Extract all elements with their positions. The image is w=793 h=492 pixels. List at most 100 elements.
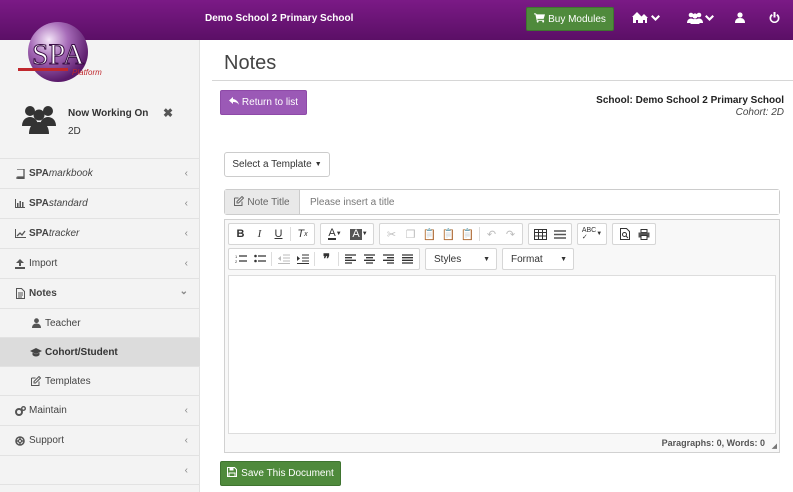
working-on-label: Now Working On xyxy=(68,108,149,119)
resize-handle[interactable]: ◢ xyxy=(772,442,777,450)
note-title-label: Note Title xyxy=(247,196,290,208)
chevron-left-icon: ‹ xyxy=(184,435,188,446)
align-justify-icon[interactable] xyxy=(398,250,417,268)
outdent-icon[interactable] xyxy=(274,250,293,268)
sidebar-item-teacher[interactable]: Teacher xyxy=(0,308,200,337)
paste-icon[interactable]: 📋 xyxy=(420,225,439,243)
sidebar-item-label: Support xyxy=(29,435,65,446)
caret-down-icon: ▼ xyxy=(560,255,567,263)
spellcheck-icon[interactable]: ABC ✓ ▼ xyxy=(580,225,604,243)
school-info: School: Demo School 2 Primary School Coh… xyxy=(596,95,784,118)
brand-prefix: SPA xyxy=(29,168,49,179)
underline-button[interactable]: U xyxy=(269,225,288,243)
background-color-button[interactable]: A ▼ xyxy=(347,225,371,243)
group-icon xyxy=(22,104,56,137)
save-label: Save This Document xyxy=(241,468,334,479)
logo-text: SPA xyxy=(32,38,85,71)
table-icon[interactable] xyxy=(531,225,550,243)
styles-dropdown[interactable]: Styles ▼ xyxy=(425,248,497,270)
save-document-button[interactable]: Save This Document xyxy=(220,461,341,486)
undo-icon[interactable]: ↶ xyxy=(482,225,501,243)
sidebar-item-tracker[interactable]: SPAtracker ‹ xyxy=(0,218,200,248)
page-title: Notes xyxy=(224,52,277,74)
chevron-down-icon xyxy=(651,13,660,25)
sidebar-item-label: Cohort/Student xyxy=(45,346,118,358)
edit-icon xyxy=(234,195,245,209)
note-title-input[interactable] xyxy=(300,190,779,214)
paste-text-icon[interactable]: 📋 xyxy=(439,225,458,243)
svg-text:2: 2 xyxy=(235,259,238,264)
editor-content-area[interactable] xyxy=(228,275,776,434)
bulleted-list-icon[interactable] xyxy=(250,250,269,268)
line-chart-icon xyxy=(14,229,26,238)
sidebar-item-cohort-student[interactable]: Cohort/Student xyxy=(0,337,200,366)
sidebar-item-label: Import xyxy=(29,258,58,269)
user-icon xyxy=(30,318,42,328)
chevron-left-icon: ‹ xyxy=(184,258,188,269)
reply-icon xyxy=(228,97,239,108)
sidebar-item-import[interactable]: Import ‹ xyxy=(0,248,200,278)
cart-icon xyxy=(534,12,546,26)
sidebar-item-notes[interactable]: Notes ⌄ xyxy=(0,278,200,308)
sidebar-item-markbook[interactable]: SPAmarkbook ‹ xyxy=(0,158,200,188)
italic-button[interactable]: I xyxy=(250,225,269,243)
working-on-cohort: 2D xyxy=(68,126,81,137)
svg-text:Platform: Platform xyxy=(72,68,102,77)
clipboard-group: ✂ ❐ 📋 📋 📋 ↶ ↷ xyxy=(379,223,523,245)
user-profile-button[interactable] xyxy=(735,10,745,28)
users-icon xyxy=(687,12,703,27)
caret-down-icon: ▼ xyxy=(483,255,490,263)
sidebar: SPA Platform Now Working On 2D ✖ SPAmark… xyxy=(0,22,200,492)
buy-modules-button[interactable]: Buy Modules xyxy=(526,7,614,31)
school-name: Demo School 2 Primary School xyxy=(205,13,354,24)
indent-icon[interactable] xyxy=(293,250,312,268)
bold-button[interactable]: B xyxy=(231,225,250,243)
school-menu[interactable] xyxy=(631,10,660,28)
cogs-icon xyxy=(14,405,26,416)
file-icon xyxy=(14,288,26,299)
spa-logo[interactable]: SPA Platform xyxy=(14,18,108,90)
logout-button[interactable] xyxy=(769,10,780,28)
edit-icon xyxy=(30,376,42,386)
select-template-dropdown[interactable]: Select a Template ▼ xyxy=(224,152,330,177)
chevron-left-icon: ‹ xyxy=(184,198,188,209)
sidebar-item-maintain[interactable]: Maintain ‹ xyxy=(0,395,200,425)
sidebar-collapse-toggle[interactable]: ‹ xyxy=(0,455,200,485)
sidebar-item-label: Templates xyxy=(45,375,91,387)
top-navbar: Demo School 2 Primary School Buy Modules xyxy=(0,0,793,40)
user-icon xyxy=(735,12,745,26)
sidebar-item-label: standard xyxy=(48,198,88,209)
chevron-down-icon xyxy=(705,13,714,25)
copy-icon[interactable]: ❐ xyxy=(401,225,420,243)
numbered-list-icon[interactable]: 12 xyxy=(231,250,250,268)
sidebar-item-label: markbook xyxy=(48,168,93,179)
return-to-list-button[interactable]: Return to list xyxy=(220,90,307,115)
users-menu[interactable] xyxy=(687,10,714,28)
sidebar-item-templates[interactable]: Templates xyxy=(0,366,200,395)
remove-format-button[interactable]: Tx xyxy=(293,225,312,243)
cut-icon[interactable]: ✂ xyxy=(382,225,401,243)
chevron-left-icon: ‹ xyxy=(184,168,188,179)
preview-icon[interactable] xyxy=(615,225,634,243)
note-title-addon: Note Title xyxy=(225,190,300,214)
blockquote-icon[interactable]: ❞ xyxy=(317,250,336,268)
editor-toolbar-row-2: 12 ❞ Styles ▼ Format ▼ xyxy=(228,248,574,270)
paste-word-icon[interactable]: 📋 xyxy=(458,225,477,243)
print-icon[interactable] xyxy=(634,225,653,243)
cohort-line: Cohort: 2D xyxy=(735,107,784,118)
horizontal-rule-icon[interactable] xyxy=(550,225,569,243)
close-icon[interactable]: ✖ xyxy=(163,106,173,120)
school-icon xyxy=(631,11,649,27)
align-left-icon[interactable] xyxy=(341,250,360,268)
note-title-group: Note Title xyxy=(224,189,780,215)
sidebar-item-standard[interactable]: SPAstandard ‹ xyxy=(0,188,200,218)
align-center-icon[interactable] xyxy=(360,250,379,268)
sidebar-item-support[interactable]: Support ‹ xyxy=(0,425,200,455)
format-dropdown[interactable]: Format ▼ xyxy=(502,248,574,270)
redo-icon[interactable]: ↷ xyxy=(501,225,520,243)
upload-icon xyxy=(14,258,26,269)
brand-prefix: SPA xyxy=(29,228,49,239)
text-color-button[interactable]: A ▼ xyxy=(323,225,347,243)
align-right-icon[interactable] xyxy=(379,250,398,268)
colors-group: A ▼ A ▼ xyxy=(320,223,374,245)
